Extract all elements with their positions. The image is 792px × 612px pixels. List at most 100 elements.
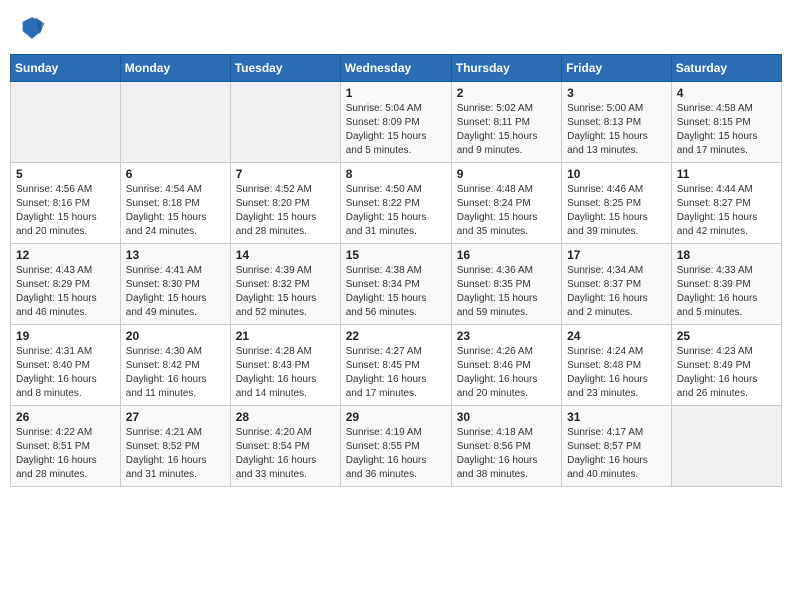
calendar-cell: 4 Sunrise: 4:58 AM Sunset: 8:15 PM Daylig… (671, 82, 781, 163)
calendar-cell: 28Sunrise: 4:20 AM Sunset: 8:54 PM Dayli… (230, 406, 340, 487)
calendar-cell: 29 Sunrise: 4:19 AM Sunset: 8:55 PM Dayli… (340, 406, 451, 487)
day-info: Sunrise: 5:02 AM Sunset: 8:11 PM Dayligh… (457, 102, 557, 158)
calendar-cell: 18 Sunrise: 4:33 AM Sunset: 8:39 PM Dayli… (671, 244, 781, 325)
page-header (10, 10, 782, 46)
day-number: 17 (567, 248, 667, 262)
day-info: Sunrise: 4:50 AM Sunset: 8:22 PM Dayligh… (346, 183, 447, 239)
day-info: Sunrise: 4:36 AM Sunset: 8:35 PM Dayligh… (457, 264, 557, 320)
day-number: 14 (236, 248, 336, 262)
calendar-table: SundayMondayTuesdayWednesdayThursdayFrid… (10, 54, 782, 487)
day-of-week-header: Saturday (671, 55, 781, 82)
day-number: 23 (457, 329, 557, 343)
day-info: Sunrise: 4:34 AM Sunset: 8:37 PM Dayligh… (567, 264, 667, 320)
day-number: 3 (567, 86, 667, 100)
calendar-cell: 2 Sunrise: 5:02 AM Sunset: 8:11 PM Daylig… (451, 82, 561, 163)
calendar-cell: 12 Sunrise: 4:43 AM Sunset: 8:29 PM Dayli… (11, 244, 121, 325)
day-number: 4 (677, 86, 777, 100)
calendar-cell: 21 Sunrise: 4:28 AM Sunset: 8:43 PM Dayli… (230, 325, 340, 406)
calendar-cell: 26 Sunrise: 4:22 AM Sunset: 8:51 PM Dayli… (11, 406, 121, 487)
calendar-cell: 1 Sunrise: 5:04 AM Sunset: 8:09 PM Daylig… (340, 82, 451, 163)
calendar-cell: 10 Sunrise: 4:46 AM Sunset: 8:25 PM Dayli… (562, 163, 672, 244)
day-number: 12 (16, 248, 116, 262)
day-info: Sunrise: 4:24 AM Sunset: 8:48 PM Dayligh… (567, 345, 667, 401)
day-info: Sunrise: 4:22 AM Sunset: 8:51 PM Dayligh… (16, 426, 116, 482)
day-info: Sunrise: 4:31 AM Sunset: 8:40 PM Dayligh… (16, 345, 116, 401)
calendar-cell: 17 Sunrise: 4:34 AM Sunset: 8:37 PM Dayli… (562, 244, 672, 325)
day-of-week-header: Monday (120, 55, 230, 82)
day-number: 27 (126, 410, 226, 424)
day-number: 16 (457, 248, 557, 262)
day-number: 25 (677, 329, 777, 343)
calendar-week-row: 26 Sunrise: 4:22 AM Sunset: 8:51 PM Dayli… (11, 406, 782, 487)
day-of-week-header: Sunday (11, 55, 121, 82)
day-info: Sunrise: 4:43 AM Sunset: 8:29 PM Dayligh… (16, 264, 116, 320)
day-info: Sunrise: 4:17 AM Sunset: 8:57 PM Dayligh… (567, 426, 667, 482)
day-number: 8 (346, 167, 447, 181)
day-number: 30 (457, 410, 557, 424)
calendar-cell: 27Sunrise: 4:21 AM Sunset: 8:52 PM Dayli… (120, 406, 230, 487)
day-of-week-header: Tuesday (230, 55, 340, 82)
calendar-cell: 9 Sunrise: 4:48 AM Sunset: 8:24 PM Daylig… (451, 163, 561, 244)
calendar-cell: 14 Sunrise: 4:39 AM Sunset: 8:32 PM Dayli… (230, 244, 340, 325)
day-info: Sunrise: 4:44 AM Sunset: 8:27 PM Dayligh… (677, 183, 777, 239)
day-info: Sunrise: 4:52 AM Sunset: 8:20 PM Dayligh… (236, 183, 336, 239)
day-number: 28 (236, 410, 336, 424)
calendar-cell: 13 Sunrise: 4:41 AM Sunset: 8:30 PM Dayli… (120, 244, 230, 325)
day-info: Sunrise: 5:00 AM Sunset: 8:13 PM Dayligh… (567, 102, 667, 158)
calendar-cell: 23 Sunrise: 4:26 AM Sunset: 8:46 PM Dayli… (451, 325, 561, 406)
day-info: Sunrise: 4:30 AM Sunset: 8:42 PM Dayligh… (126, 345, 226, 401)
calendar-cell: 6 Sunrise: 4:54 AM Sunset: 8:18 PM Daylig… (120, 163, 230, 244)
day-info: Sunrise: 4:18 AM Sunset: 8:56 PM Dayligh… (457, 426, 557, 482)
day-info: Sunrise: 4:33 AM Sunset: 8:39 PM Dayligh… (677, 264, 777, 320)
day-number: 22 (346, 329, 447, 343)
day-info: Sunrise: 4:19 AM Sunset: 8:55 PM Dayligh… (346, 426, 447, 482)
day-number: 18 (677, 248, 777, 262)
day-info: Sunrise: 4:26 AM Sunset: 8:46 PM Dayligh… (457, 345, 557, 401)
calendar-cell: 25 Sunrise: 4:23 AM Sunset: 8:49 PM Dayli… (671, 325, 781, 406)
day-info: Sunrise: 4:46 AM Sunset: 8:25 PM Dayligh… (567, 183, 667, 239)
calendar-cell: 30 Sunrise: 4:18 AM Sunset: 8:56 PM Dayli… (451, 406, 561, 487)
day-number: 10 (567, 167, 667, 181)
day-number: 15 (346, 248, 447, 262)
calendar-week-row: 19 Sunrise: 4:31 AM Sunset: 8:40 PM Dayli… (11, 325, 782, 406)
calendar-cell: 31Sunrise: 4:17 AM Sunset: 8:57 PM Dayli… (562, 406, 672, 487)
calendar-cell: 15Sunrise: 4:38 AM Sunset: 8:34 PM Dayli… (340, 244, 451, 325)
day-number: 7 (236, 167, 336, 181)
day-number: 13 (126, 248, 226, 262)
calendar-cell: 11Sunrise: 4:44 AM Sunset: 8:27 PM Dayli… (671, 163, 781, 244)
day-info: Sunrise: 4:58 AM Sunset: 8:15 PM Dayligh… (677, 102, 777, 158)
calendar-cell: 19 Sunrise: 4:31 AM Sunset: 8:40 PM Dayli… (11, 325, 121, 406)
day-number: 6 (126, 167, 226, 181)
day-info: Sunrise: 4:23 AM Sunset: 8:49 PM Dayligh… (677, 345, 777, 401)
day-number: 21 (236, 329, 336, 343)
day-number: 2 (457, 86, 557, 100)
logo (18, 14, 48, 42)
day-info: Sunrise: 4:28 AM Sunset: 8:43 PM Dayligh… (236, 345, 336, 401)
calendar-cell: 7 Sunrise: 4:52 AM Sunset: 8:20 PM Daylig… (230, 163, 340, 244)
day-number: 20 (126, 329, 226, 343)
day-of-week-header: Wednesday (340, 55, 451, 82)
day-number: 19 (16, 329, 116, 343)
calendar-week-row: 1 Sunrise: 5:04 AM Sunset: 8:09 PM Daylig… (11, 82, 782, 163)
calendar-cell (671, 406, 781, 487)
day-number: 5 (16, 167, 116, 181)
calendar-cell: 5Sunrise: 4:56 AM Sunset: 8:16 PM Daylig… (11, 163, 121, 244)
day-of-week-header: Friday (562, 55, 672, 82)
day-info: Sunrise: 4:27 AM Sunset: 8:45 PM Dayligh… (346, 345, 447, 401)
calendar-cell: 16 Sunrise: 4:36 AM Sunset: 8:35 PM Dayli… (451, 244, 561, 325)
day-number: 26 (16, 410, 116, 424)
day-number: 24 (567, 329, 667, 343)
calendar-cell (230, 82, 340, 163)
day-info: Sunrise: 4:54 AM Sunset: 8:18 PM Dayligh… (126, 183, 226, 239)
day-info: Sunrise: 4:39 AM Sunset: 8:32 PM Dayligh… (236, 264, 336, 320)
day-info: Sunrise: 4:41 AM Sunset: 8:30 PM Dayligh… (126, 264, 226, 320)
day-of-week-header: Thursday (451, 55, 561, 82)
day-info: Sunrise: 4:48 AM Sunset: 8:24 PM Dayligh… (457, 183, 557, 239)
logo-icon (18, 14, 46, 42)
day-number: 29 (346, 410, 447, 424)
calendar-cell (11, 82, 121, 163)
calendar-cell: 22 Sunrise: 4:27 AM Sunset: 8:45 PM Dayli… (340, 325, 451, 406)
day-number: 1 (346, 86, 447, 100)
day-number: 9 (457, 167, 557, 181)
day-info: Sunrise: 5:04 AM Sunset: 8:09 PM Dayligh… (346, 102, 447, 158)
